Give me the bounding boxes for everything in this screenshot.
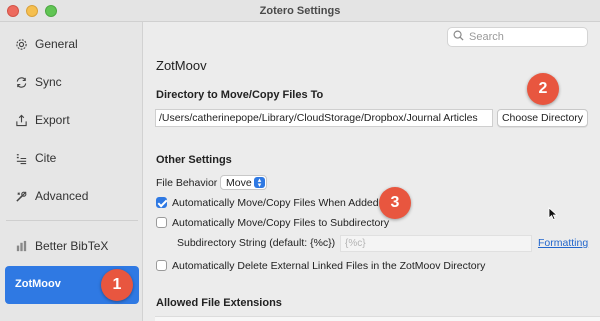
- settings-sidebar: General Sync Export Cite Advanced Better…: [0, 22, 143, 321]
- allowed-extensions-heading: Allowed File Extensions: [156, 297, 282, 309]
- choose-directory-button[interactable]: Choose Directory: [497, 109, 588, 127]
- sidebar-item-label: Sync: [35, 75, 62, 89]
- gear-icon: [14, 37, 28, 51]
- directory-path-field[interactable]: /Users/catherinepope/Library/CloudStorag…: [155, 109, 493, 127]
- sidebar-item-label: ZotMoov: [15, 278, 61, 290]
- sidebar-item-label: General: [35, 37, 78, 51]
- sidebar-item-advanced[interactable]: Advanced: [14, 186, 88, 206]
- search-icon: [453, 30, 464, 44]
- sidebar-item-better-bibtex[interactable]: Better BibTeX: [14, 236, 108, 256]
- cite-icon: [14, 151, 28, 165]
- annotation-badge-1: 1: [101, 269, 133, 301]
- formatting-link[interactable]: Formatting: [538, 237, 588, 249]
- sidebar-item-label: Cite: [35, 151, 57, 165]
- sync-icon: [14, 75, 28, 89]
- window-title: Zotero Settings: [259, 5, 341, 17]
- directory-heading: Directory to Move/Copy Files To: [156, 89, 324, 101]
- settings-pane: Search ZotMoov Directory to Move/Copy Fi…: [144, 22, 600, 321]
- other-settings-heading: Other Settings: [156, 154, 232, 166]
- subdirectory-label: Automatically Move/Copy Files to Subdire…: [172, 217, 390, 229]
- sidebar-item-export[interactable]: Export: [14, 110, 70, 130]
- auto-move-checkbox[interactable]: [156, 197, 167, 208]
- export-icon: [14, 113, 28, 127]
- advanced-icon: [14, 189, 28, 203]
- sidebar-item-cite[interactable]: Cite: [14, 148, 56, 168]
- file-behavior-select[interactable]: Move ▴ ▾: [220, 175, 267, 190]
- bibtex-icon: [14, 239, 28, 253]
- subdirectory-checkbox[interactable]: [156, 217, 167, 228]
- subdirectory-string-field[interactable]: {%c}: [340, 235, 532, 252]
- file-behavior-value: Move: [226, 176, 252, 189]
- auto-delete-label: Automatically Delete External Linked Fil…: [172, 260, 486, 272]
- sidebar-item-sync[interactable]: Sync: [14, 72, 62, 92]
- pane-title: ZotMoov: [156, 58, 207, 73]
- auto-delete-checkbox[interactable]: [156, 260, 167, 271]
- search-input[interactable]: Search: [447, 27, 588, 47]
- subdirectory-string-label: Subdirectory String (default: {%c}): [177, 237, 336, 249]
- chevron-updown-icon: ▴ ▾: [254, 177, 265, 189]
- title-bar: Zotero Settings: [0, 0, 600, 22]
- sidebar-divider: [6, 220, 138, 221]
- allowed-extensions-list[interactable]: [155, 316, 600, 321]
- mouse-cursor-icon: [548, 207, 558, 224]
- sidebar-item-label: Better BibTeX: [35, 239, 109, 253]
- file-behavior-label: File Behavior: [156, 177, 218, 189]
- search-placeholder: Search: [469, 31, 504, 43]
- sidebar-item-general[interactable]: General: [14, 34, 78, 54]
- sidebar-item-label: Advanced: [35, 189, 89, 203]
- annotation-badge-3: 3: [379, 187, 411, 219]
- annotation-badge-2: 2: [527, 73, 559, 105]
- sidebar-item-label: Export: [35, 113, 70, 127]
- auto-move-label: Automatically Move/Copy Files When Added: [172, 197, 379, 209]
